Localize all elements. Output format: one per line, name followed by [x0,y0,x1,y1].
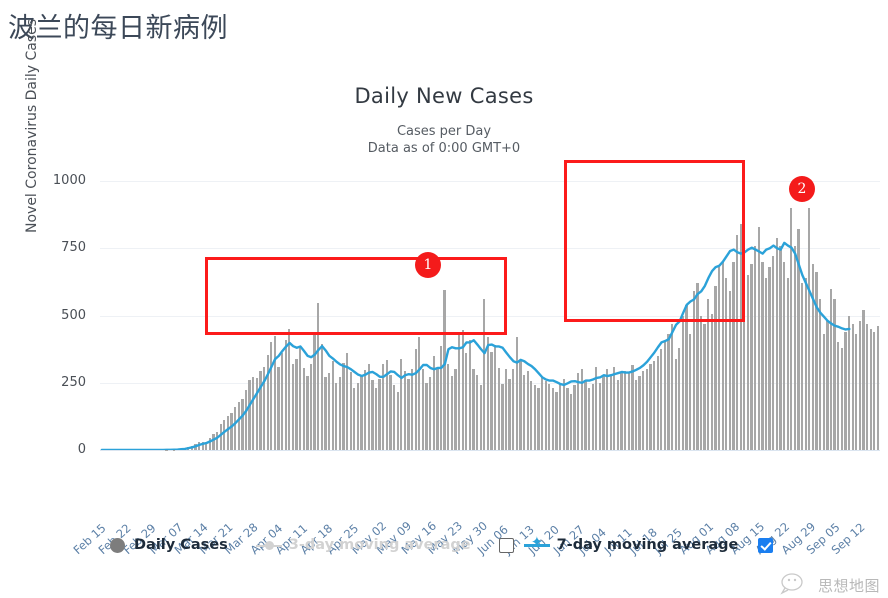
legend-item-daily-cases[interactable]: Daily Cases [110,537,228,553]
chart-legend: Daily Cases 3-day moving average 7-day m… [0,525,888,565]
gray-dot-icon [110,538,125,553]
y-tick-label-500: 500 [26,308,86,323]
gridline-0 [100,450,880,451]
y-tick-label-250: 250 [26,375,86,390]
chart-card: Daily New Cases Cases per Day Data as of… [0,58,888,557]
annotation-badge-2: 2 [789,176,815,202]
chart-subtitle-data-as-of: Data as of 0:00 GMT+0 [0,141,888,156]
wechat-logo-icon [780,572,814,598]
blue-line-star-icon [524,537,550,553]
legend-item-3day-moving-average[interactable]: 3-day moving average [256,537,471,553]
legend-label-daily-cases: Daily Cases [134,537,228,553]
annotation-box-1 [205,257,507,335]
legend-label-3day-moving-average: 3-day moving average [289,537,471,553]
chart-subtitle-cases-per-day: Cases per Day [0,124,888,139]
annotation-box-2 [564,160,745,322]
chart-title: Daily New Cases [0,84,888,108]
checkbox-7day-checked[interactable] [758,538,773,553]
watermark: 思想地图 [780,572,880,598]
legend-label-7day-moving-average: 7-day moving average [557,537,739,553]
watermark-text: 思想地图 [818,575,880,596]
y-tick-label-750: 750 [26,240,86,255]
y-axis-label: Novel Coronavirus Daily Cases [24,19,40,233]
checkbox-7day-unchecked[interactable] [499,538,514,553]
page-title: 波兰的每日新病例 [8,6,228,45]
gray-line-dot-icon [256,538,282,553]
y-tick-label-0: 0 [26,442,86,457]
annotation-badge-1: 1 [415,252,441,278]
legend-item-7day-moving-average[interactable]: 7-day moving average [499,537,774,553]
y-tick-label-1000: 1000 [26,173,86,188]
